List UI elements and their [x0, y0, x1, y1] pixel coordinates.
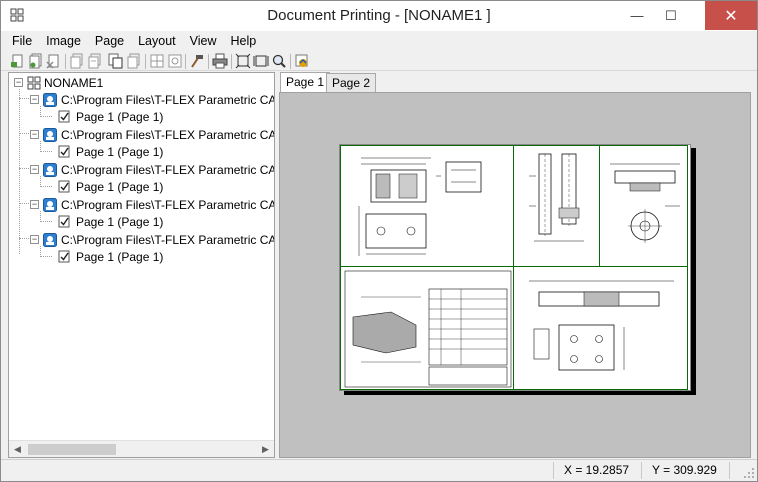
tree-page-item[interactable]: Page 1 (Page 1): [58, 178, 163, 195]
page-remove-icon[interactable]: [126, 53, 142, 69]
delete-image-icon[interactable]: [46, 53, 62, 69]
menu-image[interactable]: Image: [39, 31, 88, 51]
tree-document-item[interactable]: − C:\Program Files\T-FLEX Parametric CAD: [30, 196, 275, 213]
refresh-icon[interactable]: [294, 53, 310, 69]
tree-page-item[interactable]: Page 1 (Page 1): [58, 143, 163, 160]
menu-page[interactable]: Page: [88, 31, 131, 51]
drawing-thumbnail[interactable]: [513, 266, 688, 390]
menu-help[interactable]: Help: [224, 31, 264, 51]
page-check-icon: [58, 215, 70, 228]
tree-document-item[interactable]: − C:\Program Files\T-FLEX Parametric CAD: [30, 91, 275, 108]
scroll-left-icon[interactable]: ◀: [9, 441, 26, 457]
collapse-toggle[interactable]: −: [30, 95, 39, 104]
tree-document-item[interactable]: − C:\Program Files\T-FLEX Parametric CAD: [30, 231, 275, 248]
tree-page-item[interactable]: Page 1 (Page 1): [58, 108, 163, 125]
drawing-thumbnail[interactable]: [599, 145, 688, 268]
app-window: Document Printing - [NONAME1 ] — ☐ ✕ Fil…: [0, 0, 758, 482]
tree-document-path: C:\Program Files\T-FLEX Parametric CAD: [61, 197, 275, 212]
tree-document-path: C:\Program Files\T-FLEX Parametric CAD: [61, 232, 275, 247]
preview-pane: Page 1 Page 2: [279, 72, 751, 458]
resize-grip-icon[interactable]: [743, 467, 755, 479]
tree-page-item[interactable]: Page 1 (Page 1): [58, 248, 163, 265]
document-tree[interactable]: − NONAME1 − C:\Program Files\T-FLEX Para…: [8, 72, 275, 458]
drawing-thumbnail[interactable]: [340, 145, 515, 268]
add-image-2-icon[interactable]: [28, 53, 44, 69]
x-coordinate: X = 19.2857: [564, 463, 630, 477]
drawing-thumbnail[interactable]: [513, 145, 601, 268]
page-check-icon: [58, 180, 70, 193]
layout-grid-icon[interactable]: [149, 53, 165, 69]
page-duplicate-icon[interactable]: [107, 53, 123, 69]
layout-auto-icon[interactable]: [167, 53, 183, 69]
menu-file[interactable]: File: [5, 31, 39, 51]
collapse-toggle[interactable]: −: [14, 78, 23, 87]
tree-document-path: C:\Program Files\T-FLEX Parametric CAD: [61, 127, 275, 142]
zoom-icon[interactable]: [271, 53, 287, 69]
minimize-button[interactable]: —: [620, 1, 654, 30]
y-coordinate: Y = 309.929: [652, 463, 717, 477]
collapse-toggle[interactable]: −: [30, 235, 39, 244]
tflex-document-icon: [43, 162, 57, 177]
menu-view[interactable]: View: [183, 31, 224, 51]
tree-page-label: Page 1 (Page 1): [76, 214, 164, 229]
status-bar: X = 19.2857 Y = 309.929: [1, 459, 757, 481]
tree-document-item[interactable]: − C:\Program Files\T-FLEX Parametric CAD: [30, 161, 275, 178]
fit-page-icon[interactable]: [235, 53, 251, 69]
tree-document-item[interactable]: − C:\Program Files\T-FLEX Parametric CAD: [30, 126, 275, 143]
document-set-icon: [27, 76, 41, 89]
drawing-thumbnail[interactable]: [340, 266, 515, 390]
hammer-icon[interactable]: [189, 53, 205, 69]
page-check-icon: [58, 250, 70, 263]
print-sheet[interactable]: [339, 144, 691, 391]
tab-page-2[interactable]: Page 2: [326, 73, 377, 92]
page-copy-icon[interactable]: [69, 53, 85, 69]
page-check-icon: [58, 145, 70, 158]
tree-page-item[interactable]: Page 1 (Page 1): [58, 213, 163, 230]
tree-page-label: Page 1 (Page 1): [76, 144, 164, 159]
tree-root-label: NONAME1: [44, 75, 104, 90]
title-bar: Document Printing - [NONAME1 ] — ☐ ✕: [1, 1, 757, 31]
maximize-button[interactable]: ☐: [654, 1, 688, 30]
tree-document-path: C:\Program Files\T-FLEX Parametric CAD: [61, 162, 275, 177]
tree-horizontal-scrollbar[interactable]: ◀ ▶: [9, 440, 274, 457]
tree-root[interactable]: − NONAME1: [14, 74, 103, 91]
tflex-document-icon: [43, 232, 57, 247]
tflex-document-icon: [43, 197, 57, 212]
tree-page-label: Page 1 (Page 1): [76, 179, 164, 194]
add-image-icon[interactable]: [10, 53, 26, 69]
tflex-document-icon: [43, 92, 57, 107]
tree-page-label: Page 1 (Page 1): [76, 109, 164, 124]
tab-page-1[interactable]: Page 1: [280, 72, 331, 93]
tree-document-path: C:\Program Files\T-FLEX Parametric CAD: [61, 92, 275, 107]
scroll-thumb[interactable]: [28, 444, 116, 455]
collapse-toggle[interactable]: −: [30, 165, 39, 174]
collapse-toggle[interactable]: −: [30, 130, 39, 139]
print-preview-canvas[interactable]: [279, 92, 751, 458]
fit-width-icon[interactable]: [253, 53, 269, 69]
close-button[interactable]: ✕: [705, 1, 757, 30]
page-check-icon: [58, 110, 70, 123]
collapse-toggle[interactable]: −: [30, 200, 39, 209]
scroll-right-icon[interactable]: ▶: [257, 441, 274, 457]
tflex-document-icon: [43, 127, 57, 142]
print-icon[interactable]: [212, 53, 228, 69]
menu-layout[interactable]: Layout: [131, 31, 183, 51]
menu-bar: File Image Page Layout View Help: [1, 31, 757, 51]
toolbar: [1, 51, 757, 71]
page-stack-icon[interactable]: [87, 53, 103, 69]
tree-page-label: Page 1 (Page 1): [76, 249, 164, 264]
